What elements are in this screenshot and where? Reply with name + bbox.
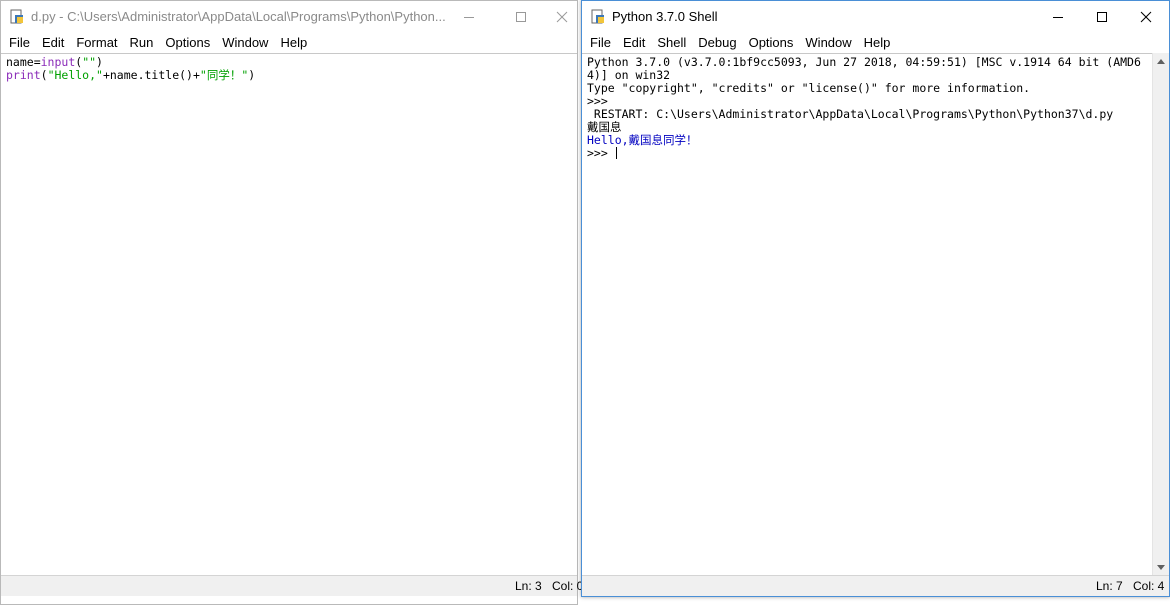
minimize-icon [1053, 17, 1063, 18]
python-file-icon [10, 9, 23, 24]
minimize-icon [464, 17, 474, 18]
editor-statusbar: Ln: 3 Col: 0 [1, 575, 583, 596]
python-shell-icon [591, 9, 604, 24]
maximize-button[interactable] [499, 5, 543, 29]
editor-window[interactable]: d.py - C:\Users\Administrator\AppData\Lo… [0, 0, 583, 605]
menu-options[interactable]: Options [160, 33, 215, 53]
menu-shell[interactable]: Shell [652, 33, 691, 53]
line-number: Ln: 7 [1096, 579, 1123, 593]
menu-edit[interactable]: Edit [37, 33, 69, 53]
menu-help[interactable]: Help [275, 33, 312, 53]
column-number: Col: 0 [552, 579, 584, 593]
code-editor[interactable]: name=input("") print("Hello,"+name.title(… [1, 53, 577, 576]
minimize-button[interactable] [1036, 5, 1080, 29]
shell-output-line: Hello,戴国息同学！ [587, 133, 698, 147]
maximize-button[interactable] [1080, 5, 1124, 29]
close-icon [556, 11, 568, 23]
menu-debug[interactable]: Debug [693, 33, 741, 53]
menu-window[interactable]: Window [217, 33, 273, 53]
shell-statusbar: Ln: 7 Col: 4 [582, 575, 1169, 596]
close-button[interactable] [1124, 5, 1168, 29]
maximize-icon [516, 12, 526, 22]
menu-file[interactable]: File [4, 33, 35, 53]
menu-edit[interactable]: Edit [618, 33, 650, 53]
close-button[interactable] [544, 5, 580, 29]
editor-titlebar[interactable]: d.py - C:\Users\Administrator\AppData\Lo… [1, 1, 577, 33]
menu-window[interactable]: Window [800, 33, 856, 53]
code-line: print("Hello,"+name.title()+"同学！") [6, 68, 256, 82]
shell-title: Python 3.7.0 Shell [612, 9, 718, 24]
line-number: Ln: 3 [515, 579, 542, 593]
menu-run[interactable]: Run [125, 33, 159, 53]
scroll-up-icon[interactable] [1157, 59, 1165, 64]
shell-output[interactable]: Python 3.7.0 (v3.7.0:1bf9cc5093, Jun 27 … [582, 53, 1153, 576]
shell-titlebar[interactable]: Python 3.7.0 Shell [582, 1, 1169, 33]
shell-menubar: File Edit Shell Debug Options Window Help [582, 33, 1169, 53]
menu-file[interactable]: File [585, 33, 616, 53]
editor-menubar: File Edit Format Run Options Window Help [1, 33, 577, 53]
shell-line: RESTART: C:\Users\Administrator\AppData\… [587, 107, 1114, 121]
menu-options[interactable]: Options [744, 33, 799, 53]
maximize-icon [1097, 12, 1107, 22]
shell-prompt-active: >>> [587, 146, 617, 160]
vertical-scrollbar[interactable] [1152, 53, 1169, 576]
text-cursor [615, 147, 617, 159]
shell-line: Python 3.7.0 (v3.7.0:1bf9cc5093, Jun 27 … [587, 55, 1141, 69]
minimize-button[interactable] [447, 5, 491, 29]
column-number: Col: 4 [1133, 579, 1165, 593]
menu-help[interactable]: Help [859, 33, 896, 53]
editor-title: d.py - C:\Users\Administrator\AppData\Lo… [31, 9, 446, 24]
shell-window[interactable]: Python 3.7.0 Shell File Edit Shell Debug Opt… [581, 0, 1170, 597]
menu-format[interactable]: Format [71, 33, 122, 53]
close-icon [1140, 11, 1152, 23]
scroll-down-icon[interactable] [1157, 565, 1165, 570]
shell-line: Type "copyright", "credits" or "license(… [587, 81, 1031, 95]
